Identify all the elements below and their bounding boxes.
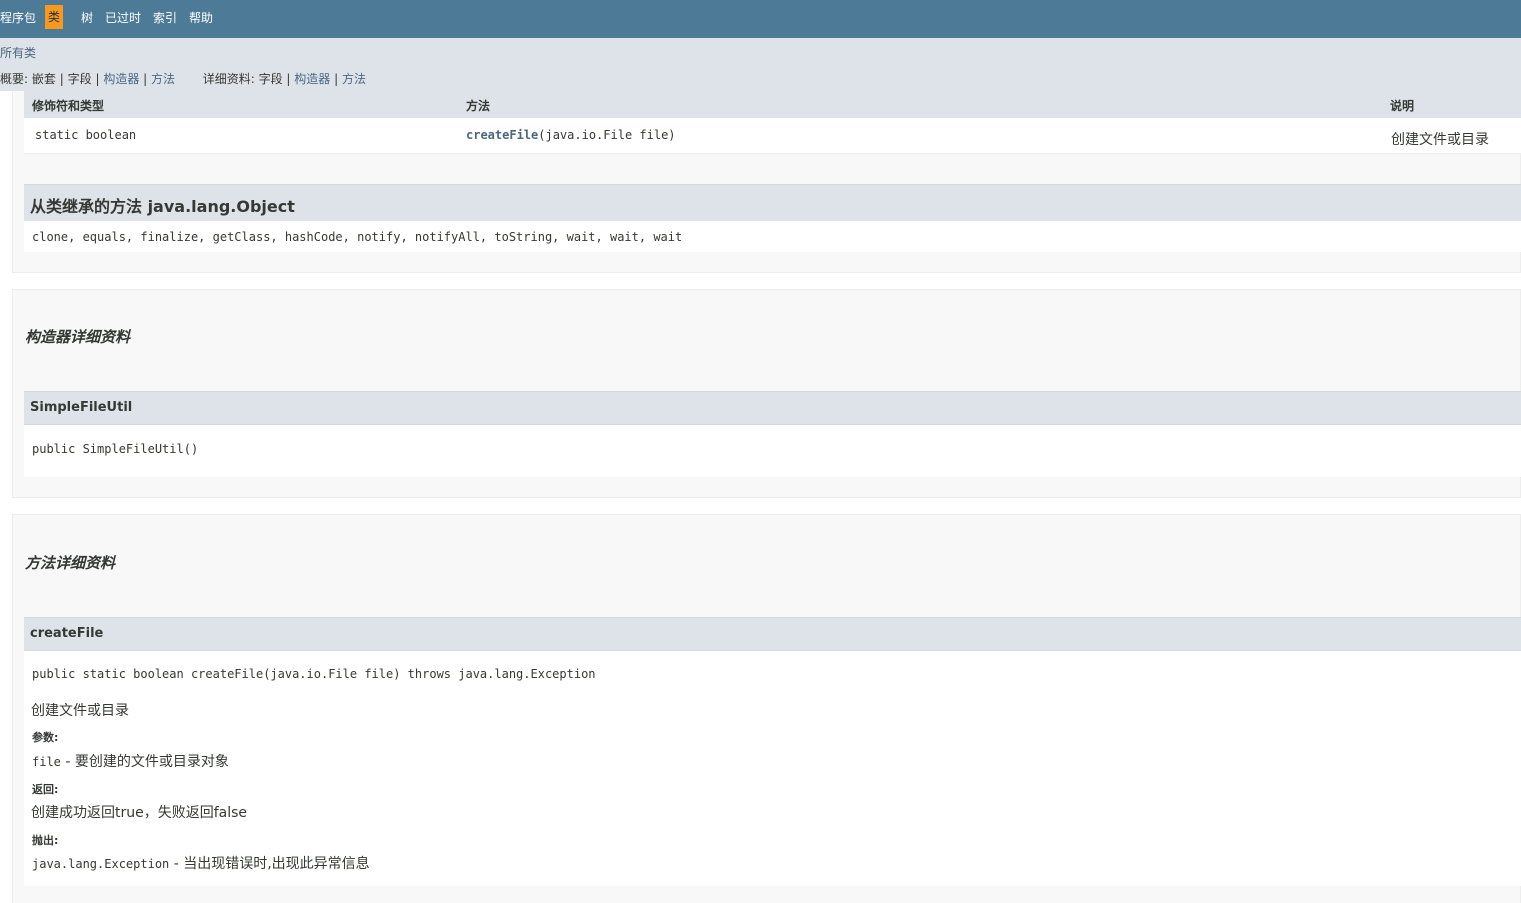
constructor-body: public SimpleFileUtil() — [24, 425, 1521, 477]
col-desc-header: 说明 — [1390, 99, 1415, 113]
summary-detail-links: 概要: 嵌套 | 字段 | 构造器 | 方法 详细资料: 字段 | 构造器 | … — [0, 70, 366, 87]
constructor-name: SimpleFileUtil — [30, 400, 133, 415]
sub-navigation: 所有类 概要: 嵌套 | 字段 | 构造器 | 方法 详细资料: 字段 | 构造… — [0, 38, 1521, 91]
summary-field: 字段 — [67, 72, 92, 86]
separator: | — [143, 72, 148, 86]
separator: | — [286, 72, 291, 86]
separator: | — [59, 72, 64, 86]
summary-label: 概要: — [0, 72, 29, 86]
nav-tree[interactable]: 树 — [81, 0, 93, 38]
inherited-methods-title: 从类继承的方法 java.lang.Object — [30, 197, 295, 216]
nav-help[interactable]: 帮助 — [189, 0, 213, 38]
constructor-header: SimpleFileUtil — [24, 391, 1521, 425]
throws-label: 抛出: — [32, 834, 59, 847]
method-modifier: static boolean — [35, 128, 137, 142]
detail-method-link[interactable]: 方法 — [342, 72, 366, 86]
detail-field: 字段 — [258, 72, 283, 86]
param-desc: - 要创建的文件或目录对象 — [60, 754, 229, 770]
separator: | — [95, 72, 100, 86]
method-description: 创建文件或目录 — [31, 703, 129, 719]
table-row: static boolean createFile(java.io.File f… — [24, 118, 1521, 154]
all-classes-link[interactable]: 所有类 — [0, 46, 36, 60]
summary-nested: 嵌套 — [31, 72, 56, 86]
param-name: file — [32, 755, 61, 769]
inherited-methods-text: clone, equals, finalize, getClass, hashC… — [32, 230, 683, 244]
method-header: createFile — [24, 617, 1521, 651]
constructor-signature: public SimpleFileUtil() — [32, 442, 199, 456]
method-desc: 创建文件或目录 — [1391, 132, 1489, 148]
constructor-detail-title: 构造器详细资料 — [25, 328, 131, 346]
createfile-link[interactable]: createFile — [466, 128, 538, 142]
col-method-header: 方法 — [466, 99, 491, 113]
method-params: (java.io.File file) — [538, 128, 676, 142]
separator: | — [334, 72, 339, 86]
throws-desc: - 当出现错误时,出现此异常信息 — [169, 856, 370, 872]
inherited-methods-list: clone, equals, finalize, getClass, hashC… — [24, 221, 1521, 252]
returns-label: 返回: — [32, 783, 59, 796]
param-entry: file - 要创建的文件或目录对象 — [32, 751, 229, 771]
summary-method-link[interactable]: 方法 — [151, 72, 175, 86]
top-navigation-bar: 程序包 类 树 已过时 索引 帮助 — [0, 0, 1521, 38]
method-summary-table-header: 修饰符和类型 方法 说明 — [24, 91, 1521, 118]
nav-class-active[interactable]: 类 — [45, 5, 64, 29]
method-name: createFile — [30, 626, 104, 641]
nav-deprecated[interactable]: 已过时 — [105, 0, 141, 38]
col-modifier-header: 修饰符和类型 — [32, 99, 105, 113]
throws-entry: java.lang.Exception - 当出现错误时,出现此异常信息 — [32, 853, 370, 873]
method-signature-detail: public static boolean createFile(java.io… — [32, 667, 596, 681]
throws-name: java.lang.Exception — [32, 857, 170, 871]
nav-package[interactable]: 程序包 — [0, 0, 36, 38]
detail-label: 详细资料: — [202, 72, 255, 86]
inherited-methods-header: 从类继承的方法 java.lang.Object — [24, 184, 1521, 221]
detail-constructor-link[interactable]: 构造器 — [294, 72, 330, 86]
params-label: 参数: — [32, 731, 59, 744]
nav-index[interactable]: 索引 — [153, 0, 177, 38]
method-detail-title: 方法详细资料 — [25, 554, 116, 572]
returns-desc: 创建成功返回true，失败返回false — [31, 805, 248, 821]
method-signature: createFile(java.io.File file) — [466, 128, 676, 142]
summary-constructor-link[interactable]: 构造器 — [103, 72, 139, 86]
method-body: public static boolean createFile(java.io… — [24, 651, 1521, 886]
